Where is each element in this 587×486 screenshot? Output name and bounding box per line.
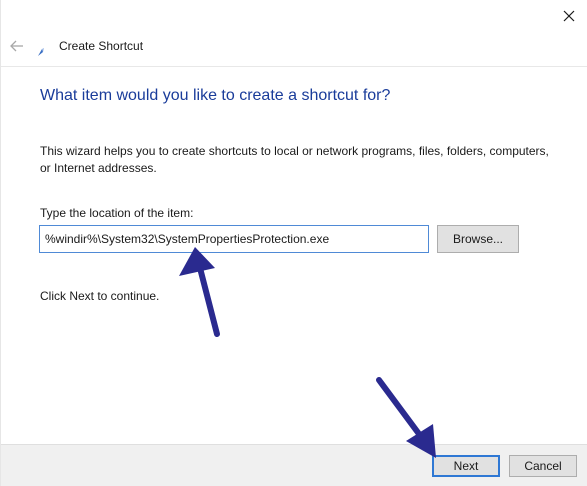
browse-button[interactable]: Browse... [437,225,519,253]
back-arrow-icon [8,40,26,58]
shortcut-wizard-icon [37,44,45,56]
header-divider [1,66,587,67]
close-button[interactable] [557,5,581,27]
page-heading: What item would you like to create a sho… [40,87,391,104]
wizard-description: This wizard helps you to create shortcut… [40,144,549,175]
back-button[interactable] [8,38,26,54]
close-icon [557,5,581,27]
next-button[interactable]: Next [432,455,500,477]
window-title: Create Shortcut [59,39,144,53]
pointer-arrow-to-location-field [179,247,220,337]
location-input[interactable] [39,225,429,253]
cancel-button[interactable]: Cancel [509,455,577,477]
create-shortcut-window: Create Shortcut What item would you like… [0,0,587,486]
location-label: Type the location of the item: [40,206,194,220]
continue-instruction: Click Next to continue. [40,289,160,303]
